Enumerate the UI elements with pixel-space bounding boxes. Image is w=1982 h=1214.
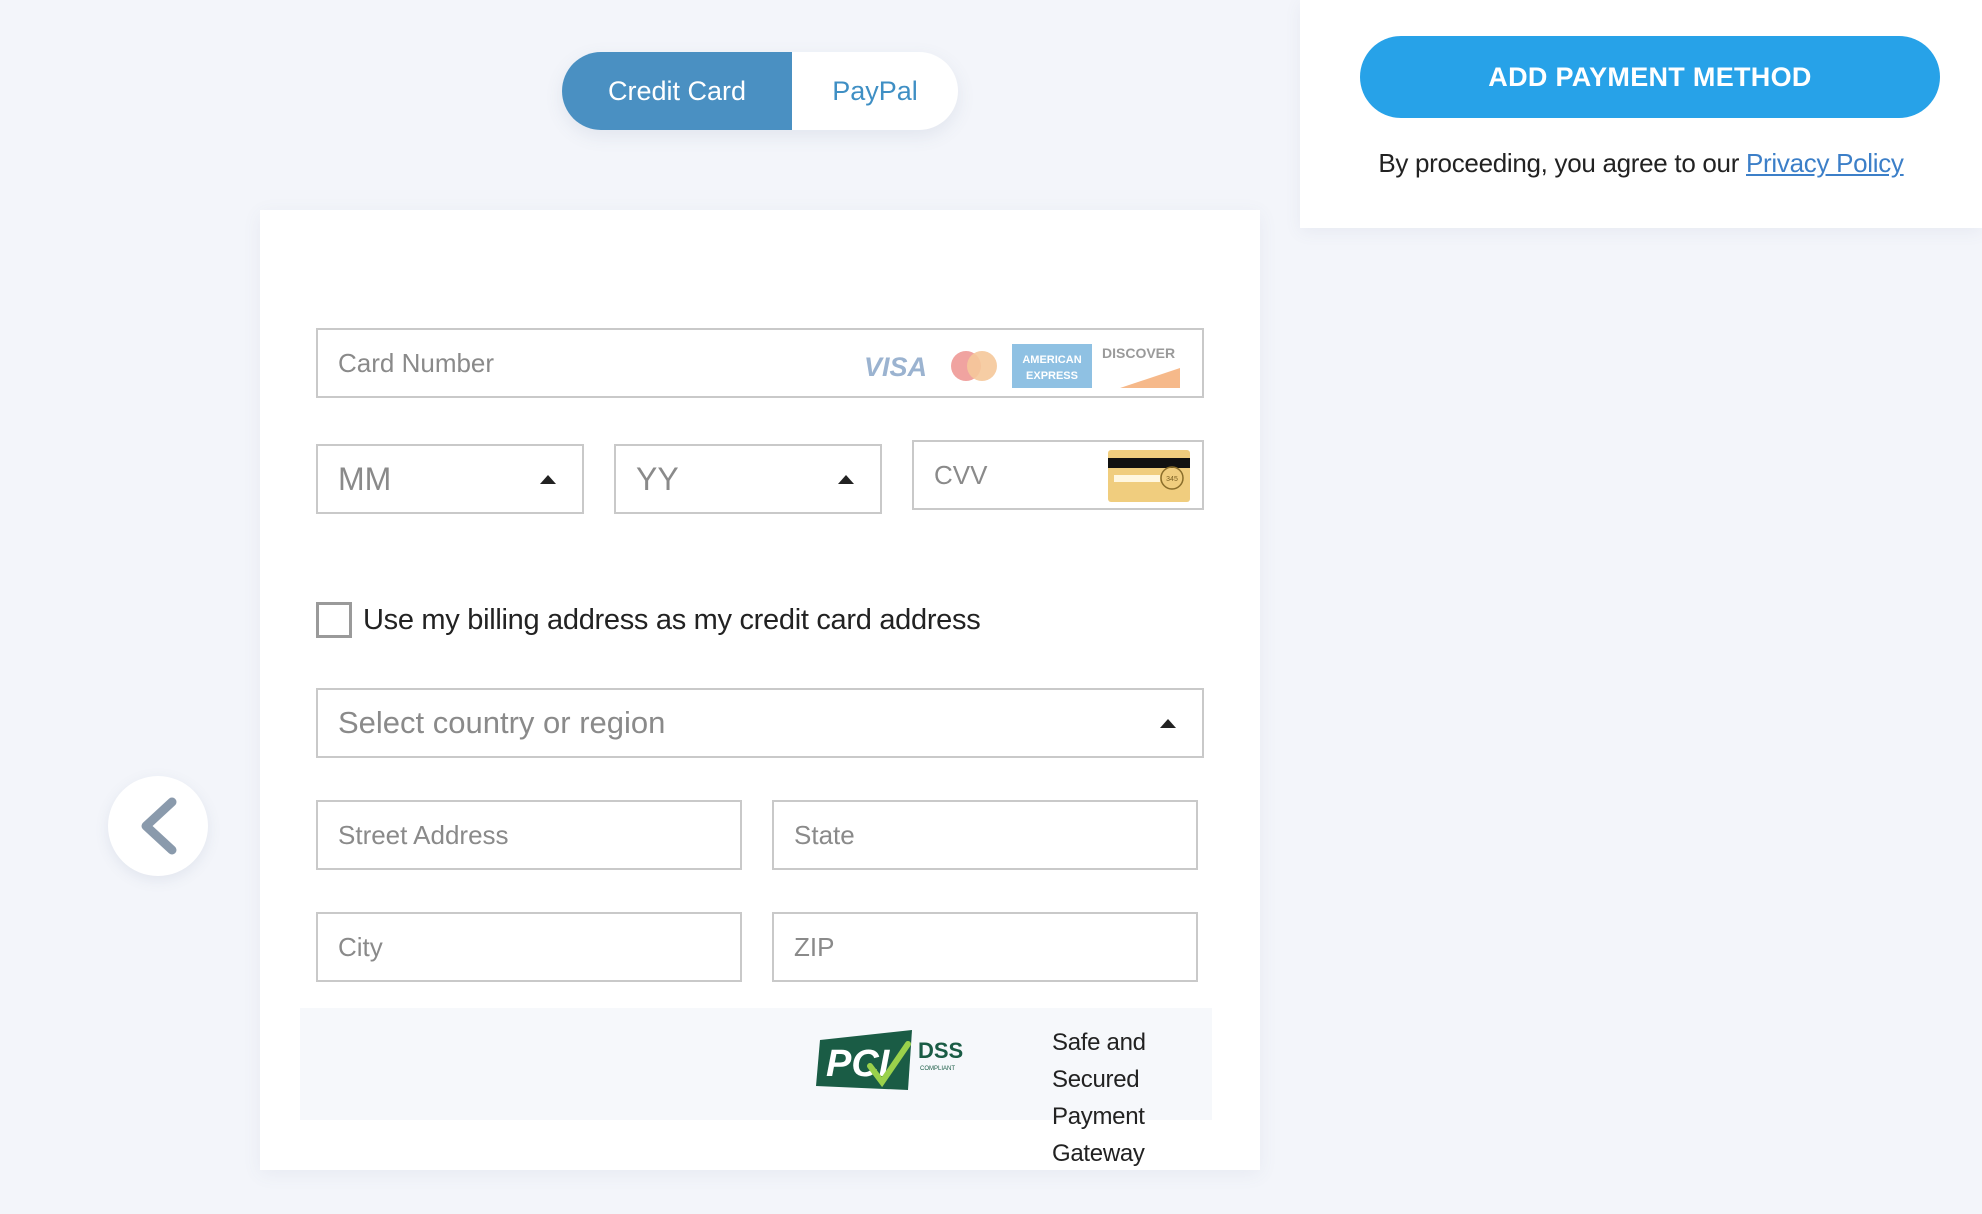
billing-address-checkbox-row[interactable]: Use my billing address as my credit card…	[316, 602, 981, 638]
caret-up-icon	[540, 474, 556, 484]
city-field[interactable]	[316, 912, 742, 982]
secure-gateway-text: Safe and Secured Payment Gateway	[1052, 1024, 1212, 1172]
caret-up-icon	[838, 474, 854, 484]
dss-logo-text: DSS	[918, 1038, 963, 1063]
street-address-field[interactable]	[316, 800, 742, 870]
privacy-policy-link[interactable]: Privacy Policy	[1746, 148, 1904, 178]
action-panel: ADD PAYMENT METHOD By proceeding, you ag…	[1300, 0, 1982, 228]
pci-dss-logo-icon: PCI DSS COMPLIANT	[816, 1030, 963, 1090]
expiry-month-value: MM	[338, 460, 392, 497]
country-select[interactable]: Select country or region	[316, 688, 1204, 758]
discover-logo-icon: DISCOVER	[1102, 345, 1180, 388]
billing-address-checkbox[interactable]	[316, 602, 352, 638]
secure-line-2: Payment Gateway	[1052, 1103, 1145, 1167]
billing-address-checkbox-label: Use my billing address as my credit card…	[363, 603, 981, 636]
compliant-logo-text: COMPLIANT	[920, 1066, 955, 1072]
visa-logo-text: VISA	[864, 352, 927, 382]
state-input[interactable]	[774, 802, 1196, 868]
amex-logo-icon: AMERICAN EXPRESS	[1012, 344, 1092, 388]
add-payment-method-button[interactable]: ADD PAYMENT METHOD	[1360, 36, 1940, 118]
back-button[interactable]	[108, 776, 208, 876]
payment-method-tabs: Credit Card PayPal	[562, 52, 958, 130]
cvv-sample-text: 345	[1166, 476, 1178, 483]
city-input[interactable]	[318, 914, 740, 980]
mastercard-logo-icon	[951, 351, 997, 381]
svg-text:AMERICAN: AMERICAN	[1022, 354, 1081, 366]
visa-logo-icon: VISA	[864, 352, 927, 382]
cvv-field[interactable]: 345	[912, 440, 1204, 510]
zip-field[interactable]	[772, 912, 1198, 982]
zip-input[interactable]	[774, 914, 1196, 980]
card-brand-logos: VISA AMERICAN EXPRESS DISCOVER	[860, 342, 1182, 390]
svg-text:EXPRESS: EXPRESS	[1026, 370, 1078, 382]
expiry-month-select[interactable]: MM	[316, 444, 584, 514]
card-number-field[interactable]: VISA AMERICAN EXPRESS DISCOVER	[316, 328, 1204, 398]
tab-credit-card[interactable]: Credit Card	[562, 52, 792, 130]
cvv-card-icon: 345	[1108, 450, 1190, 502]
discover-logo-text: DISCOVER	[1102, 345, 1175, 361]
security-banner: PCI DSS COMPLIANT Safe and Secured Payme…	[300, 1008, 1212, 1167]
chevron-left-icon	[141, 797, 177, 855]
credit-card-form: VISA AMERICAN EXPRESS DISCOVER MM YY	[260, 210, 1260, 1170]
state-field[interactable]	[772, 800, 1198, 870]
agreement-prefix: By proceeding, you agree to our	[1378, 148, 1747, 178]
country-select-value: Select country or region	[338, 705, 666, 740]
secure-line-1: Safe and Secured	[1052, 1029, 1146, 1093]
tab-paypal[interactable]: PayPal	[792, 52, 958, 130]
caret-up-icon	[1160, 718, 1176, 728]
street-address-input[interactable]	[318, 802, 740, 868]
expiry-year-value: YY	[636, 460, 679, 497]
agreement-text: By proceeding, you agree to our Privacy …	[1300, 148, 1982, 179]
expiry-year-select[interactable]: YY	[614, 444, 882, 514]
